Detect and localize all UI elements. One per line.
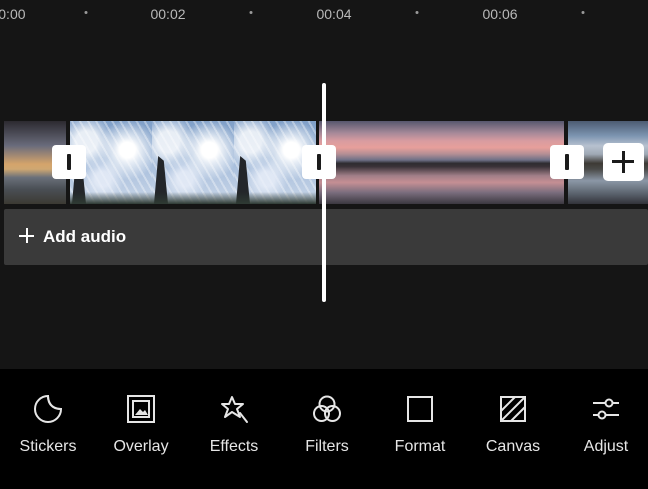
bottom-toolbar: Stickers Overlay Effects Filters Format … (0, 369, 648, 489)
tool-label: Format (394, 438, 446, 455)
ruler-dot (415, 11, 419, 14)
tool-stickers[interactable]: Stickers (3, 369, 93, 489)
time-label: 00:00 (0, 6, 26, 22)
video-clip[interactable] (319, 121, 564, 204)
tool-label: Overlay (113, 438, 169, 455)
format-square-icon (407, 396, 433, 422)
timeline-ruler[interactable]: 00:00 00:02 00:04 00:06 (0, 0, 648, 30)
add-audio-label: Add audio (43, 227, 127, 246)
time-label: 00:06 (482, 6, 518, 22)
tool-adjust[interactable]: Adjust (564, 369, 648, 489)
tool-filters[interactable]: Filters (282, 369, 372, 489)
transition-handle[interactable] (52, 145, 86, 179)
tool-label: Filters (305, 438, 349, 455)
effects-star-icon (221, 396, 248, 423)
time-label: 00:04 (316, 6, 352, 22)
ruler-dot (581, 11, 585, 14)
ruler-dot (249, 11, 253, 14)
sticker-icon (34, 394, 63, 423)
add-clip-button[interactable] (603, 143, 644, 181)
playhead[interactable] (322, 83, 326, 302)
plus-icon (19, 228, 35, 244)
tool-label: Stickers (19, 438, 77, 455)
add-audio-button[interactable]: Add audio (4, 209, 648, 265)
transition-handle[interactable] (550, 145, 584, 179)
tool-label: Canvas (485, 438, 541, 455)
clip-thumbnail (401, 121, 483, 204)
adjust-sliders-icon (593, 398, 619, 420)
video-clip[interactable] (70, 121, 316, 204)
video-editor-screen: 00:00 00:02 00:04 00:06 (0, 0, 648, 489)
clip-thumbnail (152, 121, 234, 204)
tool-format[interactable]: Format (375, 369, 465, 489)
time-label: 00:02 (150, 6, 186, 22)
tool-label: Effects (209, 438, 259, 455)
tool-canvas[interactable]: Canvas (468, 369, 558, 489)
tool-overlay[interactable]: Overlay (96, 369, 186, 489)
tool-effects[interactable]: Effects (189, 369, 279, 489)
overlay-icon (127, 395, 155, 423)
tool-label: Adjust (583, 438, 629, 455)
ruler-dot (84, 11, 88, 14)
canvas-icon (500, 396, 526, 422)
transition-handle[interactable] (302, 145, 336, 179)
filters-icon (313, 395, 341, 422)
